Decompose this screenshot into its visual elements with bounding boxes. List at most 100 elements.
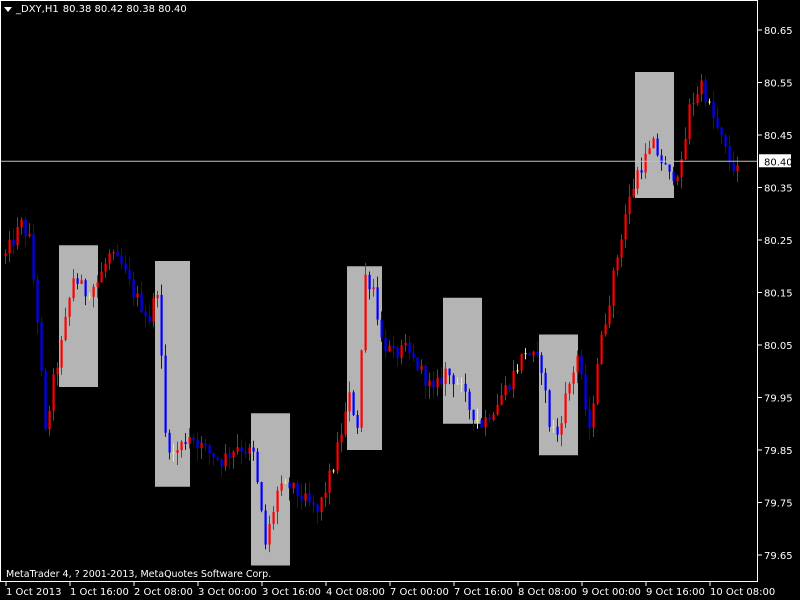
- candle-body: [352, 392, 355, 415]
- candle-body: [4, 253, 7, 256]
- candle-body: [736, 165, 739, 171]
- highlight-box-1: [59, 245, 98, 387]
- candle-body: [84, 280, 87, 297]
- candle-body: [376, 287, 379, 320]
- candle-body: [48, 410, 51, 430]
- candle-body: [568, 383, 571, 394]
- candle-body: [124, 264, 127, 271]
- candle-body: [288, 482, 291, 489]
- candle-body: [704, 80, 707, 103]
- candle-body: [708, 101, 711, 103]
- candle-body: [284, 482, 287, 484]
- candle-body: [440, 377, 443, 385]
- copyright-text: MetaTrader 4, ? 2001-2013, MetaQuotes So…: [6, 569, 272, 580]
- candle-body: [488, 417, 491, 420]
- candle-body: [120, 256, 123, 265]
- x-tick-label: 9 Oct 00:00: [582, 587, 641, 598]
- candle-body: [388, 345, 391, 352]
- candle-body: [224, 453, 227, 467]
- candle-body: [176, 450, 179, 453]
- candle-body: [564, 393, 567, 424]
- candle-body: [408, 342, 411, 353]
- candle-body: [600, 334, 603, 365]
- candle-body: [400, 345, 403, 358]
- candle-body: [464, 383, 467, 392]
- candle-body: [448, 368, 451, 376]
- highlight-box-7: [635, 72, 674, 198]
- candle-body: [80, 280, 83, 284]
- candle-body: [372, 287, 375, 290]
- candle-body: [560, 423, 563, 435]
- candle-body: [676, 176, 679, 181]
- highlight-box-6: [539, 334, 578, 456]
- x-tick-label: 1 Oct 2013: [6, 587, 61, 598]
- candle-body: [256, 451, 259, 483]
- candle-body: [688, 104, 691, 139]
- candle-body: [132, 279, 135, 298]
- candle-body: [184, 441, 187, 445]
- candle-body: [240, 447, 243, 452]
- candle-body: [452, 375, 455, 385]
- y-tick-label: 80.55: [764, 79, 793, 90]
- candle-body: [312, 502, 315, 505]
- candle-body: [576, 355, 579, 373]
- candle-body: [548, 390, 551, 427]
- candle-body: [640, 170, 643, 173]
- y-tick-label: 80.35: [764, 184, 793, 195]
- candle-body: [380, 319, 383, 338]
- candle-body: [456, 383, 459, 385]
- candle-body: [232, 451, 235, 458]
- candle-body: [536, 351, 539, 356]
- chevron-down-icon[interactable]: [4, 7, 12, 12]
- candle-body: [540, 355, 543, 373]
- candle-body: [172, 452, 175, 454]
- candle-body: [472, 409, 475, 421]
- candle-body: [644, 153, 647, 173]
- candle-body: [16, 226, 19, 246]
- candle-body: [108, 253, 111, 264]
- symbol-label: _DXY,H1: [16, 4, 59, 15]
- candle-body: [272, 511, 275, 524]
- candle-body: [404, 342, 407, 346]
- y-tick-label: 80.45: [764, 131, 793, 142]
- candle-body: [152, 298, 155, 322]
- candle-body: [348, 392, 351, 412]
- candle-body: [160, 294, 163, 356]
- candle-body: [368, 274, 371, 290]
- candle-body: [96, 282, 99, 287]
- candle-body: [292, 482, 295, 489]
- candle-body: [196, 440, 199, 449]
- x-tick-label: 8 Oct 08:00: [518, 587, 577, 598]
- candle-body: [652, 138, 655, 149]
- candle-body: [716, 118, 719, 128]
- candle-body: [60, 339, 63, 368]
- highlight-box-5: [443, 297, 482, 424]
- candle-body: [604, 324, 607, 335]
- y-tick-label: 79.65: [764, 551, 793, 562]
- candle-body: [500, 395, 503, 405]
- chart-header: _DXY,H1 80.38 80.42 80.38 80.40: [4, 4, 187, 15]
- y-tick-label: 80.15: [764, 289, 793, 300]
- candle-body: [40, 322, 43, 371]
- candle-body: [712, 101, 715, 119]
- candle-body: [624, 214, 627, 240]
- candle-body: [200, 442, 203, 449]
- candle-body: [216, 457, 219, 460]
- candle-body: [104, 263, 107, 272]
- candle-body: [308, 493, 311, 503]
- candle-body: [636, 170, 639, 189]
- candle-body: [192, 437, 195, 441]
- price-chart: 80.65 80.55 80.45 80.35 80.25 80.15 80.05 79.95…: [0, 0, 800, 600]
- candle-body: [336, 442, 339, 471]
- candle-body: [492, 414, 495, 420]
- candle-body: [612, 270, 615, 306]
- candle-body: [32, 234, 35, 280]
- y-tick-label: 80.25: [764, 236, 793, 247]
- candle-body: [24, 219, 27, 237]
- candle-body: [28, 234, 31, 237]
- y-tick-label: 79.85: [764, 446, 793, 457]
- candle-body: [268, 523, 271, 545]
- candle-body: [528, 353, 531, 356]
- candle-body: [516, 370, 519, 372]
- y-tick-label: 80.05: [764, 341, 793, 352]
